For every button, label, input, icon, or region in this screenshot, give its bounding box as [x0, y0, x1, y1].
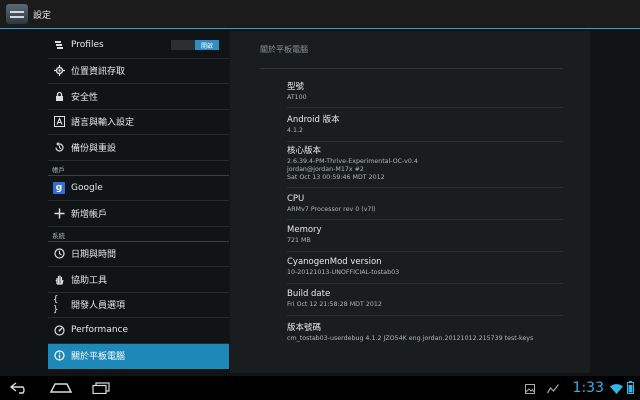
info-label: 核心版本 — [287, 146, 322, 156]
sidebar-item-label: 語言與輸入設定 — [71, 118, 135, 129]
sidebar-item-label: Profiles — [71, 40, 104, 51]
title-divider — [260, 68, 563, 69]
status-area[interactable]: 1:33 — [524, 376, 634, 400]
sidebar-item-label: 備份與重設 — [71, 143, 117, 154]
info-value: AT100 — [287, 94, 307, 101]
sidebar-item-date-time[interactable]: 日期與時間 — [48, 242, 229, 267]
braces-icon: { } — [53, 294, 59, 315]
google-icon: g — [53, 181, 65, 194]
sidebar-item-label: 協助工具 — [71, 275, 108, 286]
sidebar-item-backup[interactable]: 備份與重設 — [48, 135, 229, 161]
toggle-off-part — [171, 40, 195, 50]
page-title: 設定 — [33, 10, 52, 21]
profiles-icon — [53, 39, 65, 51]
sidebar-item-label: Google — [71, 182, 103, 193]
pane-title: 關於平板電腦 — [260, 45, 308, 54]
sidebar-item-label: 關於平板電腦 — [71, 352, 126, 363]
settings-content: Profiles 開啟 位置資訊存取 安全性 語言與輸入設定 備份與重設 帳戶 … — [0, 29, 640, 376]
profiles-toggle[interactable]: 開啟 — [171, 40, 219, 50]
sidebar-item-developer[interactable]: { } 開發人員選項 — [48, 293, 229, 318]
clock-icon — [53, 248, 65, 260]
location-icon — [53, 65, 65, 77]
info-kernel-version[interactable]: 核心版本 2.6.39.4-PM-Thrive-Experimental-OC-… — [287, 144, 563, 188]
language-icon — [53, 116, 65, 128]
info-value: 4.1.2 — [287, 127, 304, 134]
info-memory[interactable]: Memory 721 MB — [287, 225, 563, 252]
info-value: Fri Oct 12 21:58:28 MDT 2012 — [287, 301, 382, 308]
backup-icon — [53, 141, 65, 153]
info-value: 2.6.39.4-PM-Thrive-Experimental-OC-v0.4 — [287, 158, 418, 165]
accounts-header: 帳戶 — [48, 161, 229, 176]
sidebar-item-security[interactable]: 安全性 — [48, 84, 229, 110]
system-bar: 1:33 — [0, 376, 640, 400]
info-label: 型號 — [287, 82, 305, 92]
lock-icon — [53, 90, 65, 102]
info-label: Android 版本 — [287, 115, 340, 125]
info-value: cm_tostab03-userdebug 4.1.2 JZO54K eng.j… — [287, 335, 534, 342]
info-build-date[interactable]: Build date Fri Oct 12 21:58:28 MDT 2012 — [287, 289, 563, 316]
wifi-icon — [610, 379, 623, 398]
sidebar-item-label: 安全性 — [71, 92, 99, 103]
sidebar-item-performance[interactable]: Performance — [48, 318, 229, 344]
info-android-version[interactable]: Android 版本 4.1.2 — [287, 113, 563, 142]
battery-icon — [627, 379, 634, 398]
info-value: Sat Oct 13 00:59:46 MDT 2012 — [287, 174, 385, 181]
info-label: Build date — [287, 289, 331, 299]
action-bar: 設定 — [0, 0, 640, 29]
info-model[interactable]: 型號 AT100 — [287, 80, 563, 108]
toggle-on-label: 開啟 — [195, 40, 219, 50]
about-tablet-pane: 關於平板電腦 型號 AT100 Android 版本 4.1.2 核心版本 2.… — [230, 31, 590, 373]
sidebar-item-label: 日期與時間 — [71, 250, 117, 261]
sidebar-item-about-tablet[interactable]: 關於平板電腦 — [48, 343, 229, 369]
info-build-number[interactable]: 版本號碼 cm_tostab03-userdebug 4.1.2 JZO54K … — [287, 321, 563, 347]
sidebar-item-profiles[interactable]: Profiles 開啟 — [48, 33, 229, 59]
sidebar-item-language[interactable]: 語言與輸入設定 — [48, 110, 229, 135]
info-value: ARMv7 Processor rev 0 (v7l) — [287, 206, 376, 213]
settings-icon[interactable] — [6, 4, 28, 24]
info-label: CPU — [287, 194, 305, 204]
info-cyanogenmod-version[interactable]: CyanogenMod version 10-20121013-UNOFFICI… — [287, 257, 563, 284]
info-label: Memory — [287, 225, 322, 235]
sidebar-item-google[interactable]: g Google — [48, 176, 229, 201]
settings-sidebar: Profiles 開啟 位置資訊存取 安全性 語言與輸入設定 備份與重設 帳戶 … — [48, 33, 229, 373]
system-header: 系統 — [48, 227, 229, 242]
gallery-notification-icon[interactable] — [524, 379, 535, 398]
sidebar-item-label: 位置資訊存取 — [71, 67, 126, 78]
home-icon[interactable] — [48, 379, 74, 397]
sidebar-item-label: Performance — [71, 325, 129, 336]
info-value: 10-20121013-UNOFFICIAL-tostab03 — [287, 269, 400, 276]
info-value-lines: 2.6.39.4-PM-Thrive-Experimental-OC-v0.4 … — [287, 158, 563, 182]
info-icon — [53, 350, 65, 362]
sidebar-item-label: 新增帳戶 — [71, 209, 108, 220]
add-icon — [53, 207, 65, 219]
sidebar-item-add-account[interactable]: 新增帳戶 — [48, 201, 229, 227]
sidebar-item-label: 開發人員選項 — [71, 301, 126, 312]
performance-icon — [53, 324, 65, 336]
info-label: CyanogenMod version — [287, 257, 382, 267]
back-icon[interactable] — [8, 379, 32, 397]
hand-icon — [53, 273, 65, 285]
activity-notification-icon[interactable] — [546, 379, 559, 398]
sidebar-item-accessibility[interactable]: 協助工具 — [48, 267, 229, 293]
sidebar-item-location[interactable]: 位置資訊存取 — [48, 59, 229, 84]
info-cpu[interactable]: CPU ARMv7 Processor rev 0 (v7l) — [287, 194, 563, 220]
info-value: 721 MB — [287, 237, 311, 244]
info-label: 版本號碼 — [287, 323, 322, 333]
recents-icon[interactable] — [90, 379, 112, 397]
info-value: jordan@jordan-M17x #2 — [287, 166, 364, 173]
clock[interactable]: 1:33 — [573, 380, 604, 396]
